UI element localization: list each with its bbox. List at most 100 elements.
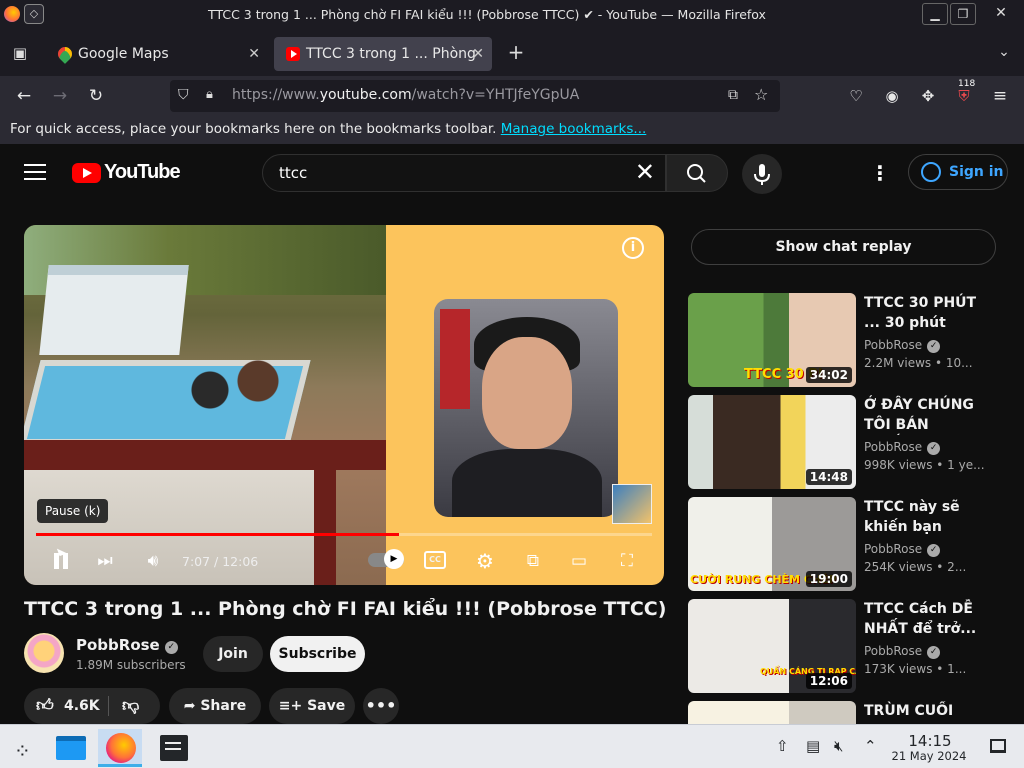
autoplay-toggle[interactable]: [368, 549, 404, 569]
verified-icon: ✓: [164, 641, 178, 654]
show-desktop-icon[interactable]: [990, 739, 1006, 753]
sign-in-button[interactable]: Sign in: [908, 154, 1008, 190]
like-dislike-group: 👍︎ 4.6K 👎︎: [24, 688, 160, 724]
video-title[interactable]: Ở ĐÂY CHÚNG TÔI BÁN MUỐI...: [864, 395, 984, 435]
miniplayer-icon[interactable]: ⧉: [518, 547, 548, 575]
join-button[interactable]: Join: [203, 636, 263, 672]
share-button[interactable]: ➦ Share: [169, 688, 261, 724]
minimize-button[interactable]: ▁: [922, 3, 948, 25]
theater-mode-icon[interactable]: ▭: [564, 547, 594, 575]
application-launcher[interactable]: ⁘: [2, 729, 46, 767]
clipboard-icon[interactable]: ▤: [806, 737, 820, 755]
info-icon[interactable]: i: [622, 237, 644, 259]
back-button[interactable]: ←: [10, 82, 38, 110]
video-title[interactable]: TRÙM CUỐI: [864, 701, 984, 724]
channel-name[interactable]: PobbRose ✓: [864, 542, 941, 557]
verified-icon: ✓: [927, 442, 941, 455]
list-item[interactable]: QUẤN CÁNG TI RẠP CĂNG NA 12:06 TTCC Cách…: [688, 599, 1024, 695]
show-chat-replay-button[interactable]: Show chat replay: [691, 229, 996, 265]
clock-time[interactable]: 14:15: [903, 732, 957, 750]
video-thumbnail[interactable]: 14:48: [688, 395, 856, 489]
channel-name[interactable]: PobbRose ✓: [864, 338, 941, 353]
launcher-icon: ⁘: [14, 739, 31, 763]
close-tab-icon[interactable]: ✕: [472, 37, 484, 71]
fullscreen-icon[interactable]: ⛶: [612, 547, 642, 575]
channel-watermark[interactable]: [612, 484, 652, 524]
volume-icon[interactable]: 🔊︎: [138, 547, 168, 575]
list-item[interactable]: TRÙM CUỐI: [688, 701, 1024, 724]
video-player[interactable]: i Pause (k) ⏭︎ 🔊︎ 7:07 / 12:06 CC ⚙ ⧉ ▭ …: [24, 225, 664, 585]
save-button[interactable]: ≡+ Save: [269, 688, 355, 724]
extensions-icon[interactable]: ✥: [914, 82, 942, 110]
maximize-button[interactable]: ❐: [950, 3, 976, 25]
search-query[interactable]: ttcc: [279, 164, 307, 182]
clock-date[interactable]: 21 May 2024: [886, 749, 972, 763]
clear-search-icon[interactable]: ✕: [635, 158, 655, 186]
video-meta: 2.2M views • 10...: [864, 356, 973, 370]
list-item[interactable]: CƯỜI RUNG CHÈM CHÉP 19:00 TTCC này sẽ kh…: [688, 497, 1024, 593]
video-thumbnail[interactable]: CƯỜI RUNG CHÈM CHÉP 19:00: [688, 497, 856, 591]
keep-above-icon[interactable]: ◇: [24, 4, 44, 24]
video-title[interactable]: TTCC này sẽ khiến bạn cười...: [864, 497, 984, 537]
taskbar-terminal[interactable]: [152, 729, 196, 767]
taskbar-file-manager[interactable]: [48, 729, 92, 767]
avatar[interactable]: [24, 633, 64, 673]
subtitles-button[interactable]: CC: [424, 551, 446, 569]
updates-icon[interactable]: ⇧: [776, 737, 789, 755]
tab-google-maps[interactable]: Google Maps ✕: [46, 37, 268, 71]
menu-icon[interactable]: ≡: [986, 82, 1014, 110]
microphone-icon: [754, 164, 770, 185]
youtube-icon: [286, 47, 300, 61]
progress-bar[interactable]: [36, 533, 652, 536]
folder-icon: [56, 736, 86, 760]
close-tab-icon[interactable]: ✕: [248, 37, 260, 71]
verified-icon: ✓: [927, 340, 941, 353]
settings-gear-icon[interactable]: ⚙: [470, 547, 500, 575]
chevron-up-icon[interactable]: ⌃: [864, 737, 877, 755]
next-button[interactable]: ⏭︎: [90, 547, 120, 575]
new-tab-button[interactable]: +: [502, 38, 530, 66]
like-icon[interactable]: 👍︎: [36, 688, 54, 724]
taskbar: ⁘ ⇧ ▤ 🔇︎ ⌃ 14:15 21 May 2024: [0, 724, 1024, 768]
duration-badge: 19:00: [805, 571, 852, 587]
tab-youtube[interactable]: TTCC 3 trong 1 ... Phòng ✕: [274, 37, 492, 71]
video-thumbnail[interactable]: TTCC 30 PI 34:02: [688, 293, 856, 387]
close-window-button[interactable]: ✕: [988, 3, 1014, 25]
list-item[interactable]: TTCC 30 PI 34:02 TTCC 30 PHÚT ... 30 phú…: [688, 293, 1024, 389]
channel-name[interactable]: PobbRose ✓: [864, 644, 941, 659]
pocket-icon[interactable]: ♡: [842, 82, 870, 110]
channel-name[interactable]: PobbRose ✓: [864, 440, 941, 455]
video-thumbnail[interactable]: [688, 701, 856, 724]
window-title: TTCC 3 trong 1 ... Phòng chờ FI FAI kiểu…: [208, 7, 766, 22]
firefox-icon: [106, 733, 136, 763]
manage-bookmarks-link[interactable]: Manage bookmarks...: [501, 121, 647, 137]
search-button[interactable]: [666, 154, 728, 192]
video-title[interactable]: TTCC 30 PHÚT ... 30 phút KHÔNG...: [864, 293, 984, 333]
picture-in-picture-icon[interactable]: ⧉: [728, 87, 738, 103]
voice-search-button[interactable]: [742, 154, 782, 194]
url-bar[interactable]: ⛉ 🔒︎ https://www.youtube.com/watch?v=YHT…: [170, 80, 780, 112]
reload-button[interactable]: ↻: [82, 82, 110, 110]
volume-muted-icon[interactable]: 🔇︎: [834, 737, 843, 755]
search-input[interactable]: ttcc ✕: [262, 154, 666, 192]
channel-name[interactable]: PobbRose ✓: [76, 636, 178, 654]
video-title[interactable]: TTCC Cách DỄ NHẤT để trở...: [864, 599, 984, 639]
forward-button[interactable]: →: [46, 82, 74, 110]
list-item[interactable]: 14:48 Ở ĐÂY CHÚNG TÔI BÁN MUỐI... PobbRo…: [688, 395, 1024, 491]
url-text[interactable]: https://www.youtube.com/watch?v=YHTJfeYG…: [232, 87, 579, 103]
dislike-icon[interactable]: 👎︎: [122, 688, 139, 724]
lock-icon[interactable]: 🔒︎: [206, 87, 213, 102]
video-meta: 254K views • 2...: [864, 560, 967, 574]
more-actions-icon[interactable]: •••: [363, 688, 399, 724]
bookmark-star-icon[interactable]: ☆: [754, 85, 768, 104]
hamburger-menu-icon[interactable]: [24, 164, 46, 182]
tracking-protection-icon[interactable]: ⛉: [178, 87, 194, 105]
taskbar-firefox[interactable]: [98, 729, 142, 767]
list-all-tabs-icon[interactable]: ⌄: [990, 38, 1018, 66]
subscribe-button[interactable]: Subscribe: [270, 636, 365, 672]
firefox-view-icon[interactable]: ▣: [6, 39, 34, 67]
video-thumbnail[interactable]: QUẤN CÁNG TI RẠP CĂNG NA 12:06: [688, 599, 856, 693]
more-options-icon[interactable]: ⋮: [868, 160, 892, 186]
account-icon[interactable]: ◉: [878, 82, 906, 110]
like-count[interactable]: 4.6K: [64, 688, 100, 724]
